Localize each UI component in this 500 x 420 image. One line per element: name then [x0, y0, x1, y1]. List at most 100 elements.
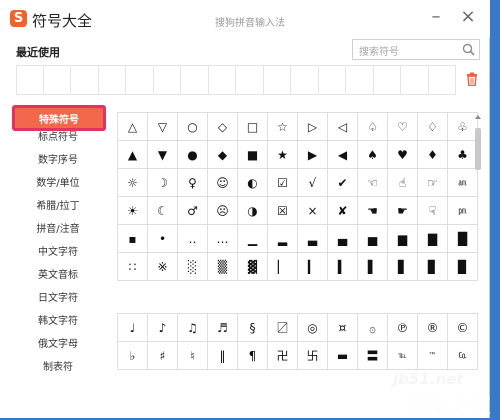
symbol-cell[interactable]: ▓ — [237, 252, 268, 281]
symbol-cell[interactable]: ◑ — [237, 196, 268, 225]
symbol-cell[interactable]: § — [237, 313, 268, 342]
symbol-cell[interactable]: ▎ — [297, 252, 328, 281]
symbol-cell[interactable]: ☺ — [207, 168, 238, 197]
category-pinyin-zhuyin[interactable]: 拼音/注音 — [20, 220, 96, 240]
symbol-cell[interactable]: ♮ — [177, 341, 208, 370]
recent-cell[interactable] — [153, 65, 181, 95]
minimize-button[interactable]: – — [424, 6, 448, 30]
symbol-cell[interactable]: △ — [117, 112, 148, 141]
symbol-cell[interactable]: ▶ — [297, 140, 328, 169]
symbol-cell[interactable]: ☆ — [267, 112, 298, 141]
symbol-cell[interactable]: ☛ — [387, 196, 418, 225]
symbol-cell[interactable]: ▂ — [267, 224, 298, 253]
symbol-cell[interactable]: ▪ — [117, 224, 148, 253]
category-number-sequence[interactable]: 数字序号 — [20, 151, 96, 171]
recent-cell[interactable] — [236, 65, 264, 95]
symbol-cell[interactable]: ♦ — [417, 140, 448, 169]
category-english-phonetic[interactable]: 英文音标 — [20, 266, 96, 286]
symbol-cell[interactable]: ♤ — [357, 112, 388, 141]
symbol-cell[interactable]: … — [207, 224, 238, 253]
recent-cell[interactable] — [373, 65, 401, 95]
symbol-cell[interactable]: ♬ — [207, 313, 238, 342]
symbol-cell[interactable]: ◆ — [207, 140, 238, 169]
symbol-cell[interactable]: ♭ — [117, 341, 148, 370]
symbol-cell[interactable]: ☼ — [117, 168, 148, 197]
close-button[interactable]: × — [456, 6, 480, 30]
symbol-cell[interactable]: ▌ — [357, 252, 388, 281]
symbol-cell[interactable]: ▇ — [417, 224, 448, 253]
recent-cell[interactable] — [16, 65, 44, 95]
symbol-cell[interactable]: ▏ — [267, 252, 298, 281]
symbol-cell[interactable]: ▆ — [387, 224, 418, 253]
symbol-cell[interactable]: ☽ — [147, 168, 178, 197]
symbol-cell[interactable]: ▼ — [147, 140, 178, 169]
symbol-cell[interactable]: ◀ — [327, 140, 358, 169]
symbol-cell[interactable]: ♫ — [177, 313, 208, 342]
symbol-cell[interactable]: ▊ — [417, 252, 448, 281]
category-box-drawing[interactable]: 制表符 — [20, 358, 96, 378]
symbol-cell[interactable]: ® — [417, 313, 448, 342]
symbol-cell[interactable]: ¶ — [237, 341, 268, 370]
symbol-cell[interactable]: × — [297, 196, 328, 225]
symbol-cell[interactable]: ☑ — [267, 168, 298, 197]
category-russian-letters[interactable]: 俄文字母 — [20, 335, 96, 355]
symbol-cell[interactable]: ♪ — [147, 313, 178, 342]
symbol-cell[interactable]: ▲ — [117, 140, 148, 169]
search-input[interactable]: 搜索符号 — [352, 39, 480, 60]
symbol-cell[interactable]: ♂ — [177, 196, 208, 225]
symbol-cell[interactable]: ☜ — [357, 168, 388, 197]
category-chinese-chars[interactable]: 中文字符 — [20, 243, 96, 263]
symbol-cell[interactable]: ● — [177, 140, 208, 169]
symbol-cell[interactable]: ♯ — [147, 341, 178, 370]
symbol-cell[interactable]: ✔ — [327, 168, 358, 197]
symbol-cell[interactable]: 卐 — [297, 341, 328, 370]
category-korean-chars[interactable]: 韩文字符 — [20, 312, 96, 332]
symbol-cell[interactable]: 〼 — [267, 313, 298, 342]
symbol-cell[interactable]: ▒ — [207, 252, 238, 281]
recent-cell[interactable] — [126, 65, 154, 95]
symbol-cell[interactable]: ♥ — [387, 140, 418, 169]
symbol-cell[interactable]: ✘ — [327, 196, 358, 225]
symbol-cell[interactable]: ▅ — [357, 224, 388, 253]
symbol-cell[interactable]: √ — [297, 168, 328, 197]
symbol-cell[interactable]: ◎ — [297, 313, 328, 342]
recent-cell[interactable] — [181, 65, 209, 95]
category-punctuation[interactable]: 标点符号 — [20, 128, 96, 148]
symbol-cell[interactable]: ▄ — [327, 224, 358, 253]
symbol-cell[interactable]: ◐ — [237, 168, 268, 197]
symbol-cell[interactable]: 〓 — [357, 341, 388, 370]
symbol-cell[interactable]: ※ — [147, 252, 178, 281]
recent-cell[interactable] — [428, 65, 456, 95]
search-icon[interactable] — [462, 43, 475, 56]
symbol-cell[interactable]: ♀ — [177, 168, 208, 197]
symbol-cell[interactable]: ♢ — [417, 112, 448, 141]
recent-cell[interactable] — [208, 65, 236, 95]
symbol-cell[interactable]: ☞ — [417, 168, 448, 197]
symbol-cell[interactable]: ♠ — [357, 140, 388, 169]
symbol-cell[interactable]: ▷ — [297, 112, 328, 141]
symbol-cell[interactable]: ۞ — [357, 313, 388, 342]
symbol-cell[interactable]: ▃ — [297, 224, 328, 253]
symbol-cell[interactable]: ♡ — [387, 112, 418, 141]
symbol-cell[interactable]: ▁ — [237, 224, 268, 253]
symbol-cell[interactable]: ■ — [237, 140, 268, 169]
symbol-cell[interactable]: ☾ — [147, 196, 178, 225]
recent-cell[interactable] — [346, 65, 374, 95]
symbol-cell[interactable]: ‥ — [177, 224, 208, 253]
symbol-cell[interactable]: 卍 — [267, 341, 298, 370]
symbol-cell[interactable]: ☚ — [357, 196, 388, 225]
recent-cell[interactable] — [401, 65, 429, 95]
recent-cell[interactable] — [98, 65, 126, 95]
symbol-cell[interactable]: ▋ — [387, 252, 418, 281]
symbol-cell[interactable]: ★ — [267, 140, 298, 169]
scrollbar-thumb[interactable] — [475, 128, 481, 170]
recent-cell[interactable] — [43, 65, 71, 95]
symbol-cell[interactable]: ▍ — [327, 252, 358, 281]
symbol-cell[interactable]: ℡ — [387, 341, 418, 370]
symbol-cell[interactable]: ‖ — [207, 341, 238, 370]
symbol-cell[interactable]: ◇ — [207, 112, 238, 141]
symbol-cell[interactable]: ♩ — [117, 313, 148, 342]
symbol-cell[interactable]: ░ — [177, 252, 208, 281]
symbol-cell[interactable]: ○ — [177, 112, 208, 141]
category-math-units[interactable]: 数学/单位 — [20, 174, 96, 194]
